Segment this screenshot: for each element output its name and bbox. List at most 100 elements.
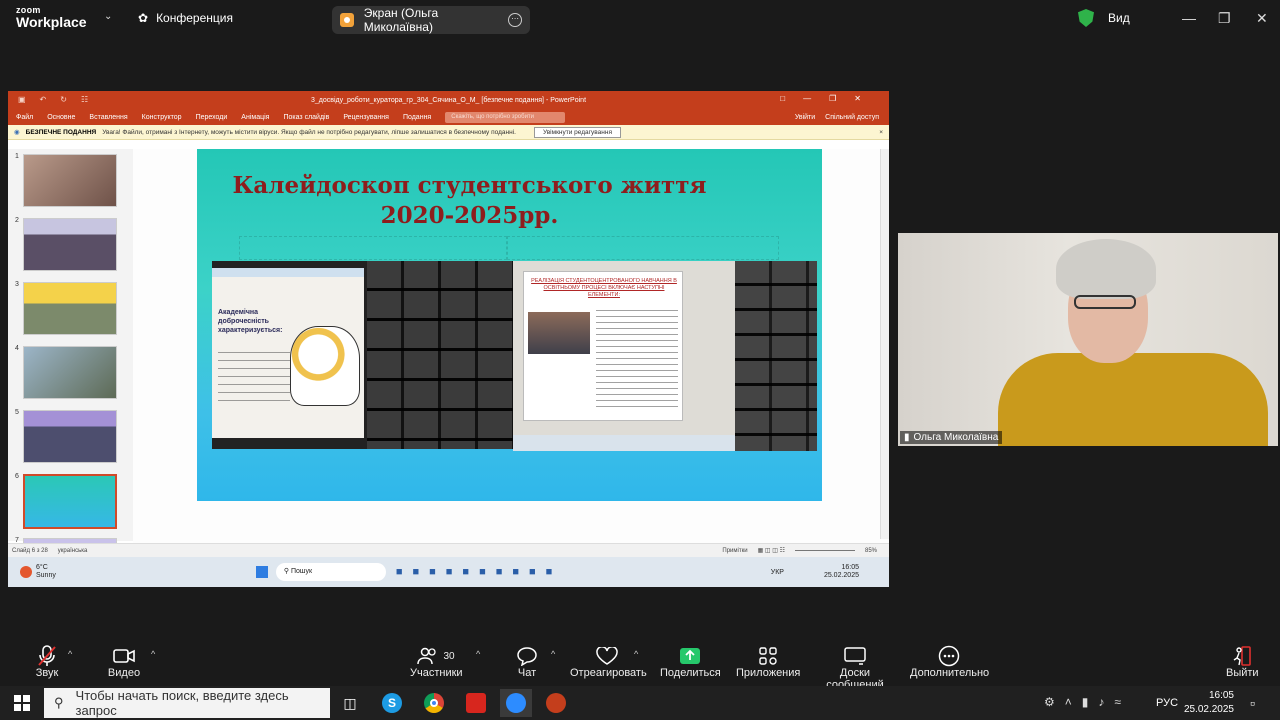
paw-icon: ✿ xyxy=(138,11,149,25)
acrobat-icon[interactable] xyxy=(462,689,490,717)
vertical-scrollbar[interactable] xyxy=(880,149,889,539)
participants-button[interactable]: 30 Участники xyxy=(410,645,463,679)
participant-video[interactable]: ▮ Ольга Миколаївна xyxy=(898,233,1278,446)
sign-in-link[interactable]: Увійти xyxy=(795,114,815,121)
reactions-label: Отреагировать xyxy=(570,667,647,679)
search-icon: ⚲ xyxy=(54,695,64,710)
close-icon[interactable]: ✕ xyxy=(1256,10,1268,27)
menu-insert[interactable]: Вставлення xyxy=(89,114,127,121)
chevron-down-icon[interactable]: ⌄ xyxy=(104,11,112,22)
system-tray-icons[interactable]: ⚙˄▮♪≈ xyxy=(1044,695,1131,709)
chat-button[interactable]: Чат xyxy=(512,645,542,679)
slide-thumbnail[interactable] xyxy=(23,410,117,463)
inner-search-label: Пошук xyxy=(290,568,313,575)
audio-button[interactable]: Звук xyxy=(30,645,64,679)
inner-search-box[interactable]: ⚲ Пошук xyxy=(275,563,386,581)
whiteboards-button[interactable]: Доски сообщений xyxy=(810,645,900,691)
slide-thumbnail[interactable] xyxy=(23,346,117,399)
ppt-titlebar: ▣↶↻☷ 3_досвіду_роботи_куратора_гр_304_Ся… xyxy=(8,91,889,109)
slide-thumbnail[interactable] xyxy=(23,282,117,335)
slide-title-line1: Калейдоскоп студентського життя xyxy=(232,172,707,199)
notifications-icon[interactable]: ▫ xyxy=(1250,695,1255,711)
ppt-statusbar: Слайд 6 з 28 українська Примітки ▦ ◫ ◫ ☷… xyxy=(8,543,889,557)
skype-icon[interactable]: S xyxy=(378,689,406,717)
thumb-number: 6 xyxy=(15,473,19,480)
muted-mic-icon xyxy=(30,645,64,667)
reactions-caret-icon[interactable]: ^ xyxy=(634,649,638,659)
shield-icon: ◉ xyxy=(14,129,20,136)
task-view-icon[interactable]: ◫ xyxy=(336,689,364,717)
chrome-icon[interactable] xyxy=(420,689,448,717)
chat-caret-icon[interactable]: ^ xyxy=(551,649,555,659)
menu-animation[interactable]: Анімація xyxy=(241,114,269,121)
windows-start-icon[interactable] xyxy=(14,695,30,716)
slide-thumbnail-active[interactable] xyxy=(23,474,117,529)
windows-search-box[interactable]: ⚲ Чтобы начать поиск, введите здесь запр… xyxy=(44,688,330,718)
thumb-number: 4 xyxy=(15,345,19,352)
zoom-top-bar: zoom Workplace ⌄ ✿ Конференция Экран (Ол… xyxy=(0,0,1280,38)
encryption-shield-icon xyxy=(1078,9,1094,27)
menu-design[interactable]: Конструктор xyxy=(142,114,182,121)
classroom-photo xyxy=(528,312,590,354)
glasses xyxy=(1074,295,1136,309)
video-caret-icon[interactable]: ^ xyxy=(151,649,155,659)
more-button[interactable]: Дополнительно xyxy=(910,645,989,679)
menu-slideshow[interactable]: Показ слайдів xyxy=(283,114,329,121)
share-screen-button[interactable]: Поделиться xyxy=(660,645,721,679)
input-language[interactable]: РУС xyxy=(1156,697,1178,709)
pinned-apps[interactable]: ■■■■■■■■■■ xyxy=(396,566,562,578)
heart-icon xyxy=(570,645,644,667)
view-label: Вид xyxy=(1108,11,1130,25)
minimize-icon[interactable]: — xyxy=(1182,10,1196,26)
participants-caret-icon[interactable]: ^ xyxy=(476,649,480,659)
start-icon[interactable] xyxy=(255,566,268,578)
tell-me-search[interactable]: Скажіть, що потрібно зробити xyxy=(445,111,566,123)
chat-icon xyxy=(512,645,542,667)
menu-view[interactable]: Подання xyxy=(403,114,431,121)
menu-review[interactable]: Рецензування xyxy=(343,114,389,121)
slide-thumbnail[interactable] xyxy=(23,154,117,207)
more-options-icon[interactable]: ··· xyxy=(508,13,522,27)
view-control[interactable]: Вид xyxy=(1078,9,1130,27)
enable-editing-button[interactable]: Увімкнути редагування xyxy=(533,126,621,138)
view-buttons[interactable]: ▦ ◫ ◫ ☷ xyxy=(758,547,785,554)
video-participants-grid xyxy=(367,261,513,449)
windows-clock[interactable]: 16:05 25.02.2025 xyxy=(1184,689,1234,717)
powerpoint-icon[interactable] xyxy=(542,689,570,717)
menu-home[interactable]: Основне xyxy=(47,114,75,121)
weather-widget[interactable]: 6°C Sunny xyxy=(36,564,56,580)
leave-button[interactable]: Выйти xyxy=(1226,645,1259,679)
inner-time: 16:05 xyxy=(841,564,859,571)
placeholder-box xyxy=(239,236,507,260)
share-label: Поделиться xyxy=(660,667,721,679)
participants-icon: 30 xyxy=(410,645,462,667)
zoom-app-icon[interactable] xyxy=(500,689,532,717)
share-link[interactable]: Спільний доступ xyxy=(825,114,879,121)
reactions-button[interactable]: Отреагировать xyxy=(570,645,647,679)
meeting-info[interactable]: ✿ Конференция xyxy=(138,11,233,25)
leave-label: Выйти xyxy=(1226,667,1259,679)
meeting-label: Конференция xyxy=(156,11,233,25)
audio-label: Звук xyxy=(35,667,59,679)
apps-button[interactable]: Приложения xyxy=(736,645,800,679)
integrity-heading: Академічна доброчесність характеризуєтьс… xyxy=(218,309,283,334)
protected-label: БЕЗПЕЧНЕ ПОДАННЯ xyxy=(25,128,97,136)
share-screen-icon xyxy=(660,645,720,667)
close-icon[interactable]: × xyxy=(879,129,883,136)
ppt-ribbon-tabs: Файл Основне Вставлення Конструктор Пере… xyxy=(8,109,889,125)
audio-caret-icon[interactable]: ^ xyxy=(68,649,72,659)
ppt-window-controls[interactable]: □—❐✕ xyxy=(780,94,879,103)
notes-button[interactable]: Примітки xyxy=(722,548,747,554)
menu-transitions[interactable]: Переходи xyxy=(196,114,228,121)
video-button[interactable]: Видео xyxy=(106,645,142,679)
restore-icon[interactable]: ❐ xyxy=(1218,10,1231,27)
students-illustration xyxy=(290,326,360,406)
right-shared-doc: РЕАЛІЗАЦІЯ СТУДЕНТОЦЕНТРОВАНОГО НАВЧАННЯ… xyxy=(513,261,735,451)
screen-share-pill[interactable]: Экран (Ольга Миколаївна) ··· xyxy=(332,6,530,34)
menu-file[interactable]: Файл xyxy=(16,114,33,121)
quick-access-icons[interactable]: ▣↶↻☷ xyxy=(18,95,102,104)
zoom-slider[interactable] xyxy=(794,550,855,551)
person-hair xyxy=(1056,239,1156,299)
slide-thumbnail[interactable] xyxy=(23,218,117,271)
zoom-logo-line2: Workplace xyxy=(16,14,87,30)
